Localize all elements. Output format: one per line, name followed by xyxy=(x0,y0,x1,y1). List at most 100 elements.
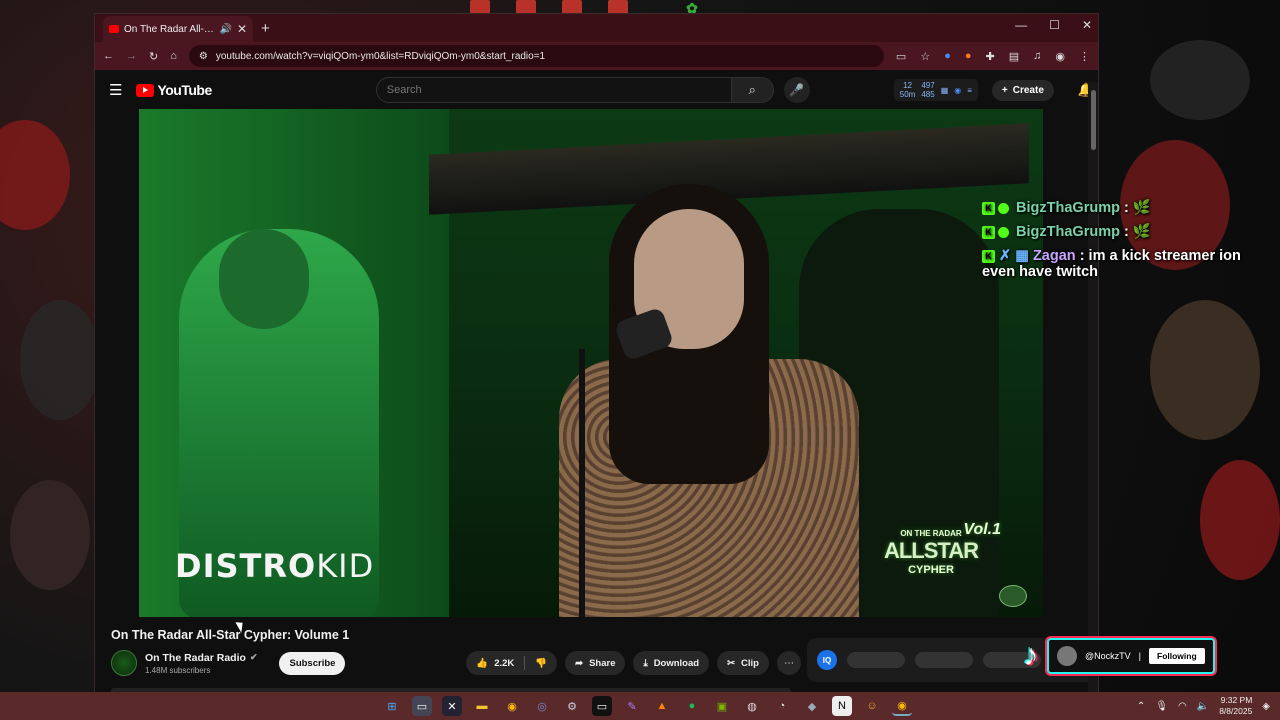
more-actions-button[interactable]: ⋯ xyxy=(777,651,801,675)
stat-a-sub: 50m xyxy=(899,90,916,99)
vlc-icon[interactable]: ▲ xyxy=(652,696,672,716)
microphone-icon[interactable]: 🎙 xyxy=(1155,701,1168,712)
channel-name[interactable]: On The Radar Radio xyxy=(145,652,246,664)
voice-search-button[interactable]: 🎤 xyxy=(783,77,810,103)
screenshot-app-icon[interactable]: ▭ xyxy=(412,696,432,716)
dislike-icon[interactable]: 👎 xyxy=(535,658,547,669)
channel-avatar[interactable] xyxy=(111,650,137,676)
channel-name-row[interactable]: On The Radar Radio ✔ xyxy=(145,652,257,664)
channel-watermark-logo[interactable] xyxy=(999,585,1027,607)
menu-dots-icon[interactable]: ⋮ xyxy=(1079,50,1090,63)
cast-icon[interactable]: ▭ xyxy=(896,50,906,63)
menu-hamburger-icon[interactable]: ☰ xyxy=(109,81,122,99)
filter-chip[interactable] xyxy=(915,652,973,668)
obs-icon[interactable]: ◍ xyxy=(742,696,762,716)
back-icon[interactable]: ← xyxy=(103,50,114,62)
clock[interactable]: 9:32 PM 8/8/2025 xyxy=(1219,695,1252,717)
streaming-app-icon[interactable]: ▭ xyxy=(592,696,612,716)
close-window-icon[interactable]: ✕ xyxy=(1082,18,1092,32)
search-bar: ⌕ 🎤 xyxy=(375,77,810,103)
bookmark-star-icon[interactable]: ☆ xyxy=(920,50,930,63)
sidepanel-icon[interactable]: ▤ xyxy=(1009,50,1019,63)
subscribe-button[interactable]: Subscribe xyxy=(279,651,346,675)
minimize-icon[interactable]: — xyxy=(1015,18,1027,32)
nvidia-icon[interactable]: ▣ xyxy=(712,696,732,716)
file-explorer-icon[interactable]: ▬ xyxy=(472,696,492,716)
share-button[interactable]: ➦ Share xyxy=(565,651,626,675)
video-player[interactable]: DISTROKID Vol.1 ON THE RADAR ALLSTAR CYP… xyxy=(139,109,1043,617)
clock-date: 8/8/2025 xyxy=(1219,706,1253,716)
desktop-icon[interactable] xyxy=(562,0,582,14)
notion-icon[interactable]: N xyxy=(832,696,852,716)
notification-icon[interactable]: ◈ xyxy=(1262,701,1270,712)
spotify-icon[interactable]: ● xyxy=(682,696,702,716)
steam-icon[interactable]: ⚙ xyxy=(562,696,582,716)
url-field[interactable]: ⚙ youtube.com/watch?v=viqiQOm-ym0&list=R… xyxy=(188,45,884,67)
tiktok-avatar xyxy=(1057,646,1077,666)
chrome-active-icon[interactable]: ◉ xyxy=(892,696,912,716)
download-label: Download xyxy=(653,657,700,669)
stat-b-sub: 485 xyxy=(921,90,935,99)
reload-icon[interactable]: ↻ xyxy=(149,50,158,63)
extension-orange-icon[interactable]: ● xyxy=(965,50,972,63)
terminal-icon[interactable]: ✕ xyxy=(442,696,462,716)
following-button[interactable]: Following xyxy=(1149,648,1205,664)
extension-blue-icon[interactable]: ● xyxy=(944,50,951,63)
app-icon[interactable]: ☺ xyxy=(862,696,882,716)
allstar-cypher-badge: Vol.1 ON THE RADAR ALLSTAR CYPHER xyxy=(861,521,1001,576)
close-tab-icon[interactable]: ✕ xyxy=(237,22,247,36)
media-icon[interactable]: ♫ xyxy=(1033,50,1041,63)
like-icon[interactable]: 👍 xyxy=(476,658,488,669)
volume-icon[interactable]: 🔈 xyxy=(1197,701,1209,712)
verified-badge-icon xyxy=(998,226,1009,238)
grid-icon: ▦ xyxy=(940,85,949,95)
desktop-icon[interactable] xyxy=(516,0,536,14)
kick-icon: K xyxy=(982,201,995,215)
new-tab-button[interactable]: + xyxy=(261,20,270,37)
extension-stats-widget[interactable]: 12 50m 497 485 ▦ ◉ ≡ xyxy=(893,79,978,101)
app-icon[interactable]: ◔ xyxy=(772,696,792,716)
filter-chip[interactable] xyxy=(847,652,905,668)
share-label: Share xyxy=(589,657,616,669)
scrollbar-thumb[interactable] xyxy=(1091,90,1096,150)
like-dislike-pill: 👍 2.2K 👎 xyxy=(466,651,558,675)
maximize-icon[interactable]: ☐ xyxy=(1049,18,1060,32)
tab-youtube[interactable]: On The Radar All-Star Cyph 🔊 ✕ xyxy=(103,16,253,42)
like-count[interactable]: 2.2K xyxy=(494,658,514,669)
chat-message: K ✗ ▦ Zagan : im a kick streamer ion eve… xyxy=(982,248,1252,280)
create-button[interactable]: + Create xyxy=(991,79,1054,101)
chrome-icon[interactable]: ◉ xyxy=(502,696,522,716)
wallpaper-blob xyxy=(1150,300,1260,440)
microphone-icon: 🎤 xyxy=(789,83,805,97)
tab-title: On The Radar All-Star Cyph xyxy=(124,23,214,35)
feather-icon[interactable]: ✎ xyxy=(622,696,642,716)
page-scrollbar[interactable] xyxy=(1088,82,1098,692)
speaker-icon[interactable]: 🔊 xyxy=(219,24,231,35)
desktop-icon[interactable] xyxy=(608,0,628,14)
search-input[interactable] xyxy=(375,77,732,103)
extensions-puzzle-icon[interactable]: ✚ xyxy=(986,50,995,63)
tray-chevron-icon[interactable]: ⌃ xyxy=(1137,701,1145,712)
wifi-icon[interactable]: ◠ xyxy=(1178,701,1187,712)
download-button[interactable]: ⤓ Download xyxy=(633,651,710,675)
tiktok-box: @NockzTV | Following xyxy=(1047,638,1215,674)
windows-start-icon[interactable]: ⊞ xyxy=(382,696,402,716)
youtube-header: ☰ YouTube ⌕ 🎤 1250m 497485 ▦ ◉ ≡ + Creat… xyxy=(95,70,1098,110)
forward-icon[interactable]: → xyxy=(126,50,137,62)
iq-button[interactable]: IQ xyxy=(817,650,837,670)
search-button[interactable]: ⌕ xyxy=(731,77,774,103)
clock-time: 9:32 PM xyxy=(1220,695,1253,705)
profile-icon[interactable]: ◉ xyxy=(1055,50,1065,63)
channel-row: On The Radar Radio ✔ 1.48M subscribers S… xyxy=(111,650,801,676)
clip-button[interactable]: ✂ Clip xyxy=(717,651,769,675)
desktop-icons xyxy=(470,0,628,14)
discord-icon[interactable]: ◎ xyxy=(532,696,552,716)
chat-username: Zagan xyxy=(1032,248,1076,264)
wallpaper-blob xyxy=(1200,460,1280,580)
home-icon[interactable]: ⌂ xyxy=(170,50,177,62)
stream-chat-overlay: K BigzThaGrump : 🌿 K BigzThaGrump : 🌿 K … xyxy=(982,200,1252,288)
site-info-icon[interactable]: ⚙ xyxy=(199,51,208,62)
app-icon[interactable]: ◆ xyxy=(802,696,822,716)
desktop-icon[interactable] xyxy=(470,0,490,14)
youtube-logo[interactable]: YouTube xyxy=(136,82,212,98)
